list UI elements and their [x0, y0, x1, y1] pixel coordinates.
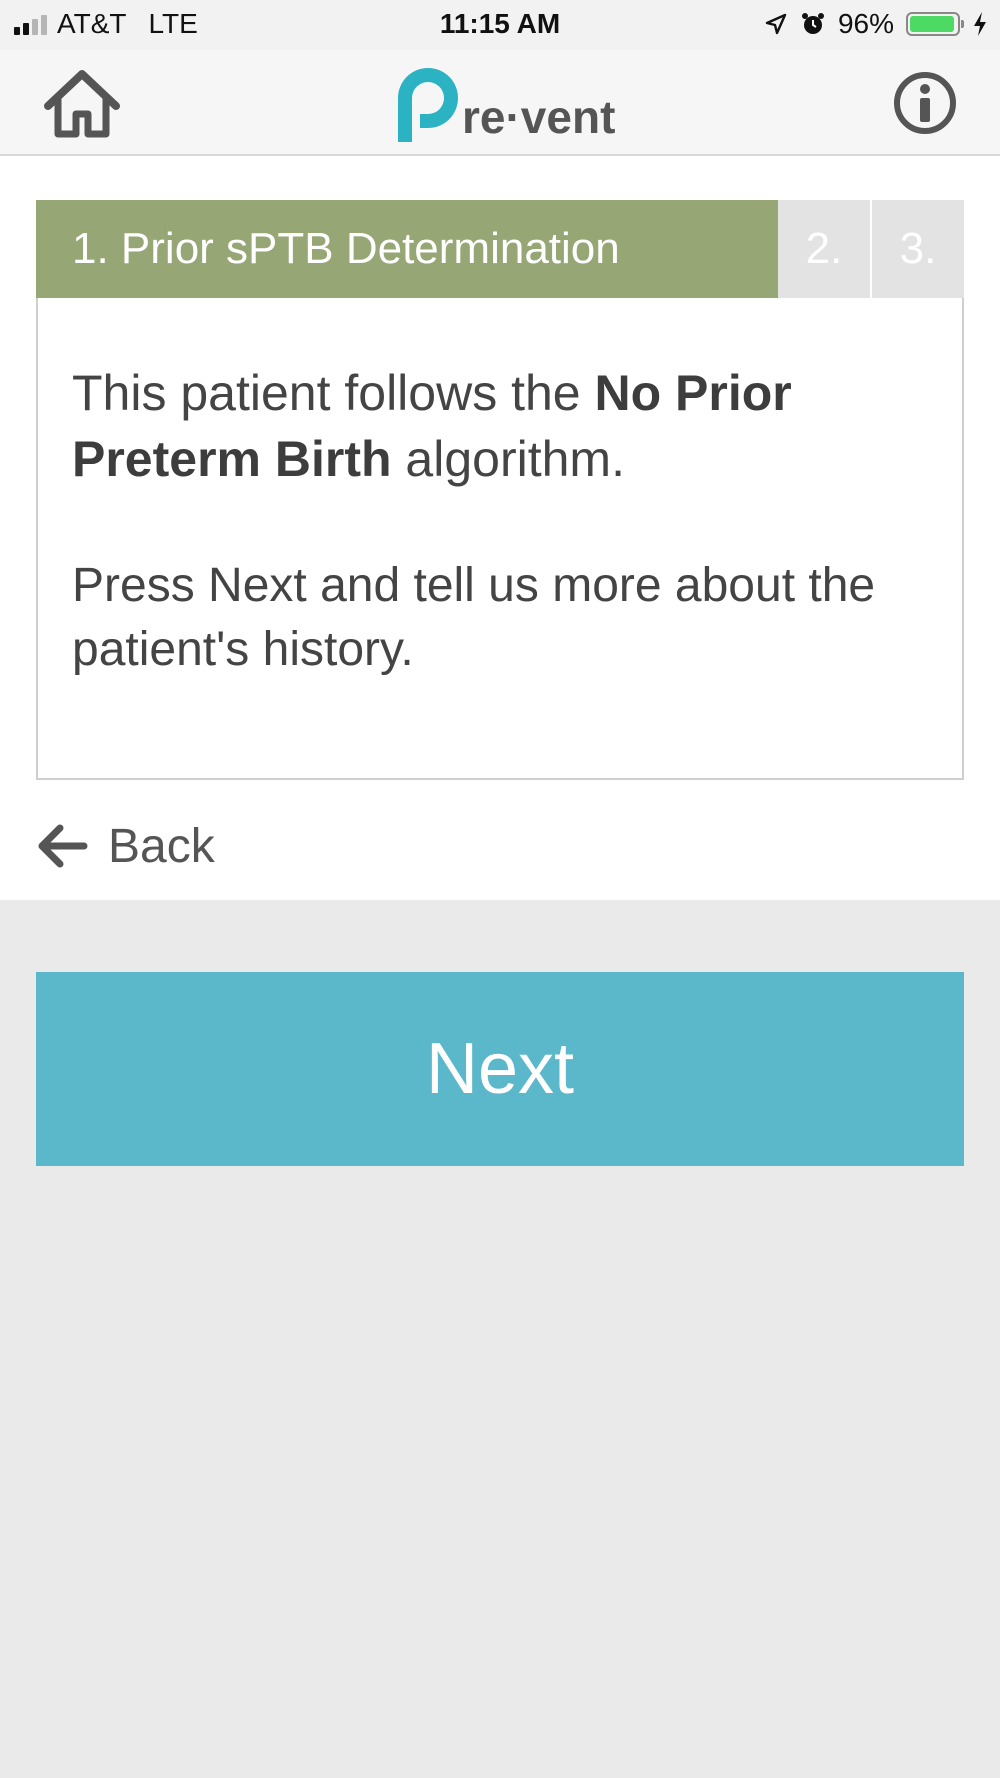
nav-bar: re·vent: [0, 50, 1000, 156]
instruction-message: Press Next and tell us more about the pa…: [72, 559, 876, 676]
home-icon: [44, 70, 120, 138]
prevent-logo: re·vent: [392, 60, 622, 150]
message-text-pre: This patient follows the: [72, 365, 595, 421]
home-button[interactable]: [44, 68, 120, 140]
back-label: Back: [108, 819, 215, 873]
step-2: 2.: [778, 200, 870, 298]
location-arrow-icon: [765, 13, 787, 35]
logo-text: re·vent: [462, 91, 616, 143]
battery-icon: [906, 12, 964, 36]
status-right: 96%: [764, 8, 988, 40]
step-3: 3.: [872, 200, 964, 298]
battery-percent: 96%: [837, 8, 894, 39]
back-arrow-icon: [38, 824, 88, 868]
charging-icon: [974, 12, 986, 36]
content-area: 1. Prior sPTB Determination 2. 3. This p…: [0, 156, 1000, 900]
status-bar: AT&T LTE 11:15 AM 96%: [0, 0, 1000, 50]
next-button[interactable]: Next: [36, 972, 964, 1166]
message-box: This patient follows the No Prior Preter…: [36, 298, 964, 780]
message-text-post: algorithm.: [391, 431, 625, 487]
battery-fill: [910, 16, 955, 32]
step-1-active: 1. Prior sPTB Determination: [36, 200, 778, 298]
alarm-icon: [801, 13, 824, 34]
info-icon: [894, 72, 956, 134]
step-indicator: 1. Prior sPTB Determination 2. 3.: [36, 200, 964, 298]
logo-p-mark: [398, 68, 458, 142]
algorithm-message: This patient follows the No Prior Preter…: [72, 360, 892, 492]
info-button[interactable]: [892, 70, 958, 136]
back-button[interactable]: Back: [36, 806, 215, 886]
